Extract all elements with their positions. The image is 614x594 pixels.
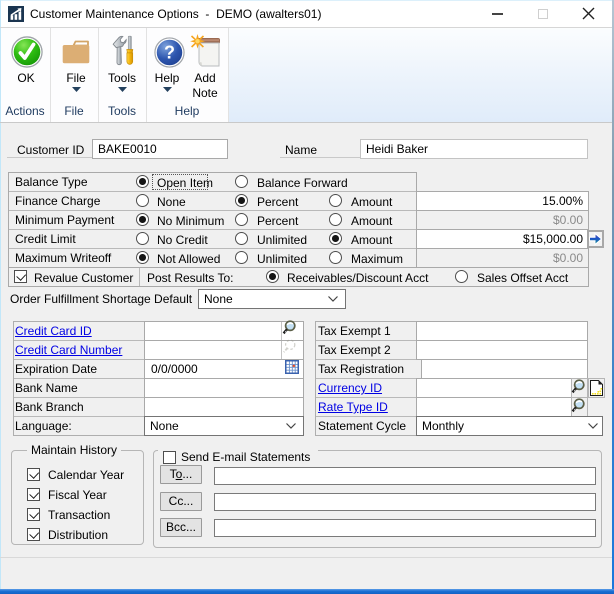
svg-text:?: ? bbox=[164, 43, 175, 63]
